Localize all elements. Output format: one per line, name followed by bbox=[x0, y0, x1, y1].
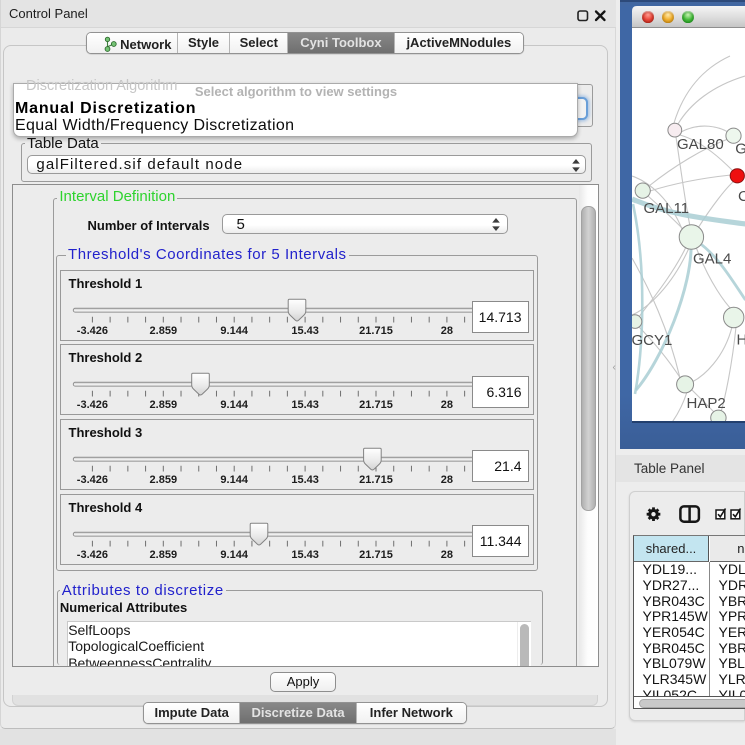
svg-text:28: 28 bbox=[441, 548, 453, 560]
svg-text:9.144: 9.144 bbox=[220, 548, 248, 560]
svg-text:28: 28 bbox=[441, 324, 453, 336]
svg-text:GAL4: GAL4 bbox=[693, 251, 731, 268]
svg-text:2.859: 2.859 bbox=[150, 474, 178, 486]
svg-text:GCY1: GCY1 bbox=[632, 332, 672, 349]
svg-text:15.43: 15.43 bbox=[291, 474, 319, 486]
svg-text:9.144: 9.144 bbox=[220, 399, 248, 411]
svg-text:HAP2: HAP2 bbox=[686, 395, 725, 412]
svg-text:9.144: 9.144 bbox=[220, 474, 248, 486]
svg-text:-3.426: -3.426 bbox=[77, 399, 108, 411]
svg-text:9.144: 9.144 bbox=[220, 324, 248, 336]
svg-text:H: H bbox=[736, 332, 745, 349]
svg-text:21.715: 21.715 bbox=[359, 399, 393, 411]
svg-text:21.715: 21.715 bbox=[359, 474, 393, 486]
svg-text:GAL80: GAL80 bbox=[677, 136, 724, 153]
svg-text:-3.426: -3.426 bbox=[77, 474, 108, 486]
svg-text:28: 28 bbox=[441, 399, 453, 411]
svg-text:C: C bbox=[738, 188, 745, 205]
svg-text:G.: G. bbox=[735, 141, 745, 158]
svg-text:15.43: 15.43 bbox=[291, 548, 319, 560]
svg-text:2.859: 2.859 bbox=[150, 548, 178, 560]
svg-text:21.715: 21.715 bbox=[359, 548, 393, 560]
svg-text:2.859: 2.859 bbox=[150, 399, 178, 411]
svg-text:-3.426: -3.426 bbox=[77, 324, 108, 336]
svg-text:15.43: 15.43 bbox=[291, 324, 319, 336]
svg-text:28: 28 bbox=[441, 474, 453, 486]
svg-text:21.715: 21.715 bbox=[359, 324, 393, 336]
svg-text:-3.426: -3.426 bbox=[77, 548, 108, 560]
svg-text:2.859: 2.859 bbox=[150, 324, 178, 336]
svg-text:15.43: 15.43 bbox=[291, 399, 319, 411]
svg-text:GAL11: GAL11 bbox=[643, 200, 689, 217]
